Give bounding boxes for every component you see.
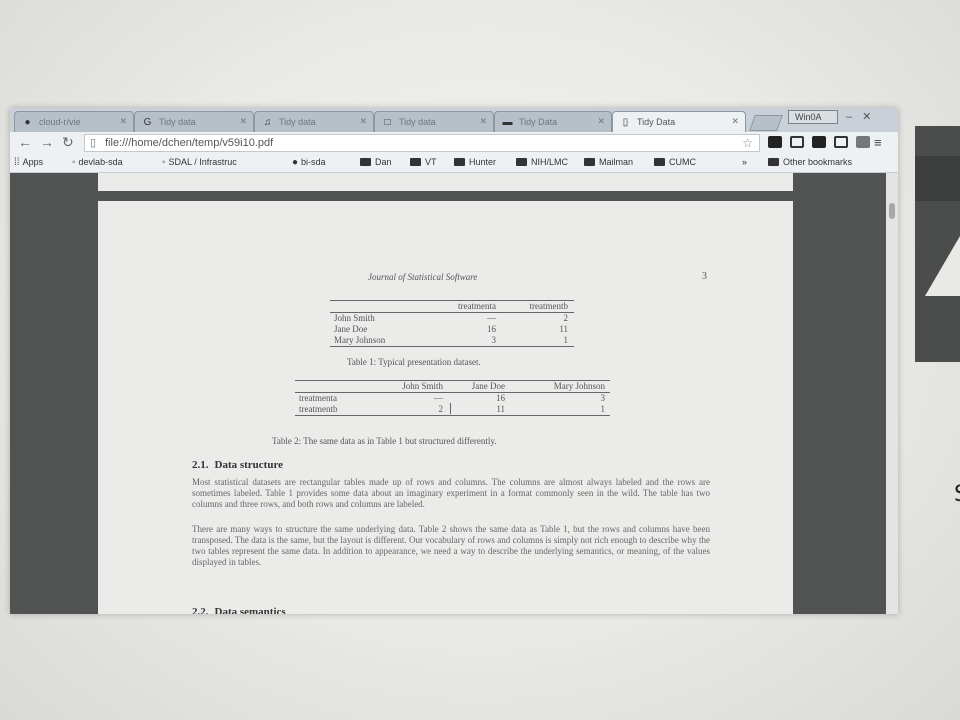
bookmark-item[interactable]: ● bi-sda	[292, 157, 326, 168]
table-2: John Smith Jane Doe Mary Johnson treatme…	[295, 380, 610, 416]
tab-tidy-data-1[interactable]: G Tidy data ✕	[134, 111, 254, 132]
apps-grid-icon: ⁞⁞	[14, 157, 20, 168]
close-tab-icon[interactable]: ✕	[597, 116, 605, 127]
bookmark-icon: ◦	[162, 157, 166, 168]
tab-label: cloud-r/vie	[39, 117, 81, 127]
table-row: treatmenta — 16 3	[299, 393, 605, 403]
tab-tidy-data-active[interactable]: ▯ Tidy Data ✕	[612, 111, 746, 132]
table-row: treatmentb 2 11 1	[299, 404, 605, 414]
pocket-icon[interactable]	[790, 136, 804, 148]
folder-icon	[516, 158, 527, 166]
menu-icon[interactable]: ≡	[874, 135, 882, 150]
extension-icon[interactable]	[812, 136, 826, 148]
new-tab-button[interactable]	[749, 115, 783, 131]
table-1: treatmenta treatmentb John Smith — 2 Jan…	[330, 300, 574, 347]
tab-tidy-data-2[interactable]: ♫ Tidy data ✕	[254, 111, 374, 132]
document-icon: ▯	[622, 117, 629, 128]
table-row: Mary Johnson 3 1	[334, 335, 568, 345]
table-2-caption: Table 2: The same data as in Table 1 but…	[272, 436, 497, 446]
bookmark-star-icon[interactable]: ☆	[742, 135, 753, 151]
bookmark-folder[interactable]: CUMC	[654, 157, 696, 167]
table-1-caption: Table 1: Typical presentation dataset.	[347, 357, 481, 367]
tab-label: Tidy data	[279, 117, 316, 127]
page-icon: ♫	[263, 117, 272, 128]
address-url: file:///home/dchen/temp/v59i10.pdf	[105, 137, 274, 149]
table-header-row: treatmenta treatmentb	[458, 301, 568, 311]
folder-icon	[768, 158, 779, 166]
text-cursor	[450, 403, 451, 414]
table-row: John Smith — 2	[334, 313, 568, 323]
tab-label: Tidy Data	[519, 117, 558, 127]
pdf-page: Journal of Statistical Software 3 treatm…	[98, 201, 793, 614]
vertical-scrollbar[interactable]	[886, 173, 898, 614]
google-icon: G	[143, 117, 152, 128]
close-tab-icon[interactable]: ✕	[119, 116, 127, 127]
table-row: Jane Doe 16 11	[334, 324, 568, 334]
folder-icon	[410, 158, 421, 166]
close-tab-icon[interactable]: ✕	[359, 116, 367, 127]
bookmark-item[interactable]: ◦ SDAL / Infrastruc	[162, 157, 237, 168]
bookmark-apps[interactable]: ⁞⁞ Apps	[14, 157, 43, 168]
toolbar: ←→ ↻ ▯ file:///home/dchen/temp/v59i10.pd…	[10, 132, 898, 154]
previous-page-bottom	[98, 173, 793, 191]
table-header-row: John Smith Jane Doe Mary Johnson	[402, 381, 605, 391]
tab-label: Tidy data	[399, 117, 436, 127]
video-icon: ▬	[502, 117, 513, 128]
browser-window: ● cloud-r/vie ✕ G Tidy data ✕ ♫ Tidy dat…	[10, 108, 898, 614]
projected-slide-fragment	[915, 126, 960, 362]
back-forward-buttons[interactable]: ←→	[18, 134, 62, 150]
section-heading: 2.2. Data semantics	[192, 606, 286, 614]
github-icon: ●	[24, 117, 31, 128]
folder-icon	[584, 158, 595, 166]
reload-icon[interactable]: ↻	[62, 134, 74, 151]
journal-header: Journal of Statistical Software	[368, 272, 478, 282]
profile-button[interactable]: Win0A	[788, 110, 838, 124]
folder-icon	[454, 158, 465, 166]
folder-icon	[654, 158, 665, 166]
tab-label: Tidy Data	[637, 117, 676, 127]
tab-cloud[interactable]: ● cloud-r/vie ✕	[14, 111, 134, 132]
bookmarks-overflow-icon[interactable]: »	[742, 157, 747, 167]
tab-label: Tidy data	[159, 117, 196, 127]
close-tab-icon[interactable]: ✕	[479, 116, 487, 127]
folder-icon	[360, 158, 371, 166]
extension-icon[interactable]	[768, 136, 782, 148]
page-icon: □	[384, 117, 391, 128]
bookmarks-bar: ⁞⁞ Apps ◦ devlab-sda ◦ SDAL / Infrastruc ● b…	[10, 154, 898, 173]
close-tab-icon[interactable]: ✕	[239, 116, 247, 127]
close-tab-icon[interactable]: ✕	[731, 116, 739, 127]
tab-tidy-data-3[interactable]: □ Tidy data ✕	[374, 111, 494, 132]
address-bar[interactable]: ▯ file:///home/dchen/temp/v59i10.pdf ☆	[84, 134, 760, 152]
other-bookmarks[interactable]: Other bookmarks	[768, 157, 852, 167]
tab-strip: ● cloud-r/vie ✕ G Tidy data ✕ ♫ Tidy dat…	[10, 108, 898, 132]
file-icon: ▯	[90, 137, 97, 149]
bookmark-item[interactable]: ◦ devlab-sda	[72, 157, 123, 168]
paragraph: There are many ways to structure the sam…	[192, 524, 710, 567]
bookmark-folder[interactable]: Hunter	[454, 157, 496, 167]
tab-tidy-data-4[interactable]: ▬ Tidy Data ✕	[494, 111, 612, 132]
section-heading: 2.1. Data structure	[192, 459, 284, 471]
bookmark-folder[interactable]: NIH/LMC	[516, 157, 568, 167]
bookmark-folder[interactable]: Mailman	[584, 157, 633, 167]
pdf-viewer[interactable]: Journal of Statistical Software 3 treatm…	[10, 173, 898, 614]
scrollbar-thumb[interactable]	[889, 203, 895, 219]
paragraph: Most statistical datasets are rectangula…	[192, 477, 710, 509]
github-icon: ●	[292, 157, 299, 168]
extension-icon[interactable]	[834, 136, 848, 148]
bookmark-folder[interactable]: VT	[410, 157, 437, 167]
window-controls[interactable]: –✕	[846, 110, 881, 123]
extension-icon[interactable]	[856, 136, 870, 148]
slide-fragment-glyph: S	[954, 482, 960, 507]
page-number: 3	[702, 271, 707, 282]
bookmark-folder[interactable]: Dan	[360, 157, 392, 167]
bookmark-icon: ◦	[72, 157, 76, 168]
